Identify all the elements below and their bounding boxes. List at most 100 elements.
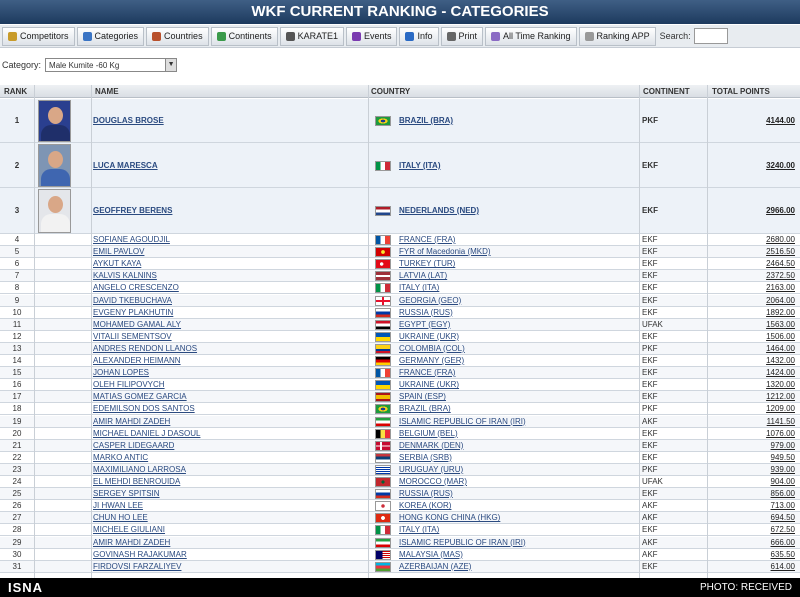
country-link[interactable]: KOREA (KOR) <box>399 501 451 510</box>
table-row[interactable]: 31 FIRDOVSI FARZALIYEV AZERBAIJAN (AZE) EKF… <box>0 560 800 573</box>
points-link[interactable]: 666.00 <box>709 538 795 547</box>
category-select[interactable]: Male Kumite -60 Kg ▼ <box>45 58 178 72</box>
table-row[interactable]: 30 GOVINASH RAJAKUMAR MALAYSIA (MAS) AKF 635… <box>0 549 800 561</box>
points-link[interactable]: 2464.50 <box>709 259 795 268</box>
points-link[interactable]: 2163.00 <box>709 283 795 292</box>
toolbar-button-info[interactable]: Info <box>399 26 439 46</box>
country-link[interactable]: FRANCE (FRA) <box>399 235 455 244</box>
country-link[interactable]: SERBIA (SRB) <box>399 453 452 462</box>
country-link[interactable]: LATVIA (LAT) <box>399 271 447 280</box>
points-link[interactable]: 4144.00 <box>709 116 795 125</box>
points-link[interactable]: 1464.00 <box>709 344 795 353</box>
table-row[interactable]: 24 EL MEHDI BENROUIDA MOROCCO (MAR) UFAK 904… <box>0 476 800 489</box>
country-link[interactable]: FYR of Macedonia (MKD) <box>399 247 491 256</box>
table-row[interactable]: 13 ANDRES RENDON LLANOS COLOMBIA (COL) PKF 1… <box>0 342 800 355</box>
athlete-name-link[interactable]: AMIR MAHDI ZADEH <box>93 417 170 426</box>
athlete-name-link[interactable]: CASPER LIDEGAARD <box>93 441 174 450</box>
points-link[interactable]: 1141.50 <box>709 417 795 426</box>
athlete-name-link[interactable]: AYKUT KAYA <box>93 259 141 268</box>
athlete-photo[interactable] <box>38 144 71 187</box>
points-link[interactable]: 1076.00 <box>709 429 795 438</box>
country-link[interactable]: ISLAMIC REPUBLIC OF IRAN (IRI) <box>399 538 526 547</box>
athlete-name-link[interactable]: ALEXANDER HEIMANN <box>93 356 181 365</box>
toolbar-button-continents[interactable]: Continents <box>210 26 278 46</box>
country-link[interactable]: MALAYSIA (MAS) <box>399 550 463 559</box>
country-link[interactable]: COLOMBIA (COL) <box>399 344 465 353</box>
athlete-name-link[interactable]: MOHAMED GAMAL ALY <box>93 320 181 329</box>
country-link[interactable]: BRAZIL (BRA) <box>399 404 451 413</box>
table-row[interactable]: 21 CASPER LIDEGAARD DENMARK (DEN) EKF 979.00 <box>0 439 800 452</box>
country-link[interactable]: ITALY (ITA) <box>399 525 439 534</box>
athlete-name-link[interactable]: FIRDOVSI FARZALIYEV <box>93 562 181 571</box>
table-row[interactable]: 23 MAXIMILIANO LARROSA URUGUAY (URU) PKF 939… <box>0 463 800 476</box>
points-link[interactable]: 1892.00 <box>709 308 795 317</box>
table-row[interactable]: 12 VITALII SEMENTSOV UKRAINE (UKR) EKF 1506.… <box>0 331 800 343</box>
points-link[interactable]: 1209.00 <box>709 404 795 413</box>
country-link[interactable]: NEDERLANDS (NED) <box>399 206 479 215</box>
athlete-name-link[interactable]: EDEMILSON DOS SANTOS <box>93 404 195 413</box>
points-link[interactable]: 2372.50 <box>709 271 795 280</box>
country-link[interactable]: URUGUAY (URU) <box>399 465 463 474</box>
header-rank[interactable]: RANK <box>4 87 27 96</box>
points-link[interactable]: 1320.00 <box>709 380 795 389</box>
country-link[interactable]: DENMARK (DEN) <box>399 441 463 450</box>
toolbar-button-countries[interactable]: Countries <box>146 26 209 46</box>
country-link[interactable]: BELGIUM (BEL) <box>399 429 458 438</box>
athlete-name-link[interactable]: MICHAEL DANIEL J DASOUL <box>93 429 200 438</box>
athlete-photo[interactable] <box>38 100 71 142</box>
toolbar-button-ranking-app[interactable]: Ranking APP <box>578 26 656 46</box>
country-link[interactable]: TURKEY (TUR) <box>399 259 455 268</box>
country-link[interactable]: AZERBAIJAN (AZE) <box>399 562 471 571</box>
country-link[interactable]: GERMANY (GER) <box>399 356 464 365</box>
athlete-name-link[interactable]: EL MEHDI BENROUIDA <box>93 477 180 486</box>
header-country[interactable]: COUNTRY <box>371 87 410 96</box>
country-link[interactable]: EGYPT (EGY) <box>399 320 450 329</box>
country-link[interactable]: RUSSIA (RUS) <box>399 308 453 317</box>
points-link[interactable]: 1432.00 <box>709 356 795 365</box>
country-link[interactable]: UKRAINE (UKR) <box>399 380 459 389</box>
toolbar-button-all-time-ranking[interactable]: All Time Ranking <box>485 26 577 46</box>
country-link[interactable]: FRANCE (FRA) <box>399 368 455 377</box>
athlete-name-link[interactable]: JI HWAN LEE <box>93 501 143 510</box>
points-link[interactable]: 2516.50 <box>709 247 795 256</box>
points-link[interactable]: 635.50 <box>709 550 795 559</box>
points-link[interactable]: 3240.00 <box>709 161 795 170</box>
athlete-name-link[interactable]: OLEH FILIPOVYCH <box>93 380 165 389</box>
table-row[interactable]: 17 MATIAS GOMEZ GARCIA SPAIN (ESP) EKF 1212.… <box>0 391 800 404</box>
points-link[interactable]: 2064.00 <box>709 296 795 305</box>
header-name[interactable]: NAME <box>95 87 119 96</box>
table-row[interactable]: 15 JOHAN LOPES FRANCE (FRA) EKF 1424.00 <box>0 367 800 380</box>
athlete-name-link[interactable]: DAVID TKEBUCHAVA <box>93 296 172 305</box>
table-row[interactable]: 29 AMIR MAHDI ZADEH ISLAMIC REPUBLIC OF IR… <box>0 536 800 549</box>
table-row[interactable]: 18 EDEMILSON DOS SANTOS BRAZIL (BRA) PKF 120… <box>0 403 800 416</box>
athlete-name-link[interactable]: GOVINASH RAJAKUMAR <box>93 550 187 559</box>
table-row[interactable]: 25 SERGEY SPITSIN RUSSIA (RUS) EKF 856.00 <box>0 488 800 501</box>
athlete-photo[interactable] <box>38 189 71 233</box>
table-row[interactable]: 19 AMIR MAHDI ZADEH ISLAMIC REPUBLIC OF IR… <box>0 415 800 428</box>
table-row[interactable]: 5 EMIL PAVLOV FYR of Macedonia (MKD) EKF 251… <box>0 246 800 259</box>
country-link[interactable]: HONG KONG CHINA (HKG) <box>399 513 500 522</box>
table-row[interactable]: 11 MOHAMED GAMAL ALY EGYPT (EGY) UFAK 1563.0… <box>0 318 800 331</box>
country-link[interactable]: ITALY (ITA) <box>399 283 439 292</box>
athlete-name-link[interactable]: JOHAN LOPES <box>93 368 149 377</box>
athlete-name-link[interactable]: MARKO ANTIC <box>93 453 148 462</box>
country-link[interactable]: UKRAINE (UKR) <box>399 332 459 341</box>
country-link[interactable]: BRAZIL (BRA) <box>399 116 453 125</box>
country-link[interactable]: ITALY (ITA) <box>399 161 440 170</box>
points-link[interactable]: 2680.00 <box>709 235 795 244</box>
table-row[interactable]: 27 CHUN HO LEE HONG KONG CHINA (HKG) AKF 694… <box>0 512 800 525</box>
country-link[interactable]: RUSSIA (RUS) <box>399 489 453 498</box>
athlete-name-link[interactable]: AMIR MAHDI ZADEH <box>93 538 170 547</box>
table-row[interactable]: 8 ANGELO CRESCENZO ITALY (ITA) EKF 2163.00 <box>0 282 800 295</box>
table-row[interactable]: 22 MARKO ANTIC SERBIA (SRB) EKF 949.50 <box>0 452 800 464</box>
points-link[interactable]: 2966.00 <box>709 206 795 215</box>
points-link[interactable]: 672.50 <box>709 525 795 534</box>
toolbar-button-events[interactable]: Events <box>345 26 398 46</box>
country-link[interactable]: SPAIN (ESP) <box>399 392 446 401</box>
table-row[interactable]: 7 KALVIS KALNINS LATVIA (LAT) EKF 2372.50 <box>0 270 800 283</box>
table-row[interactable]: 2 LUCA MARESCA ITALY (ITA) EKF 3240.00 <box>0 143 800 188</box>
athlete-name-link[interactable]: EMIL PAVLOV <box>93 247 144 256</box>
points-link[interactable]: 1563.00 <box>709 320 795 329</box>
points-link[interactable]: 694.50 <box>709 513 795 522</box>
athlete-name-link[interactable]: CHUN HO LEE <box>93 513 148 522</box>
